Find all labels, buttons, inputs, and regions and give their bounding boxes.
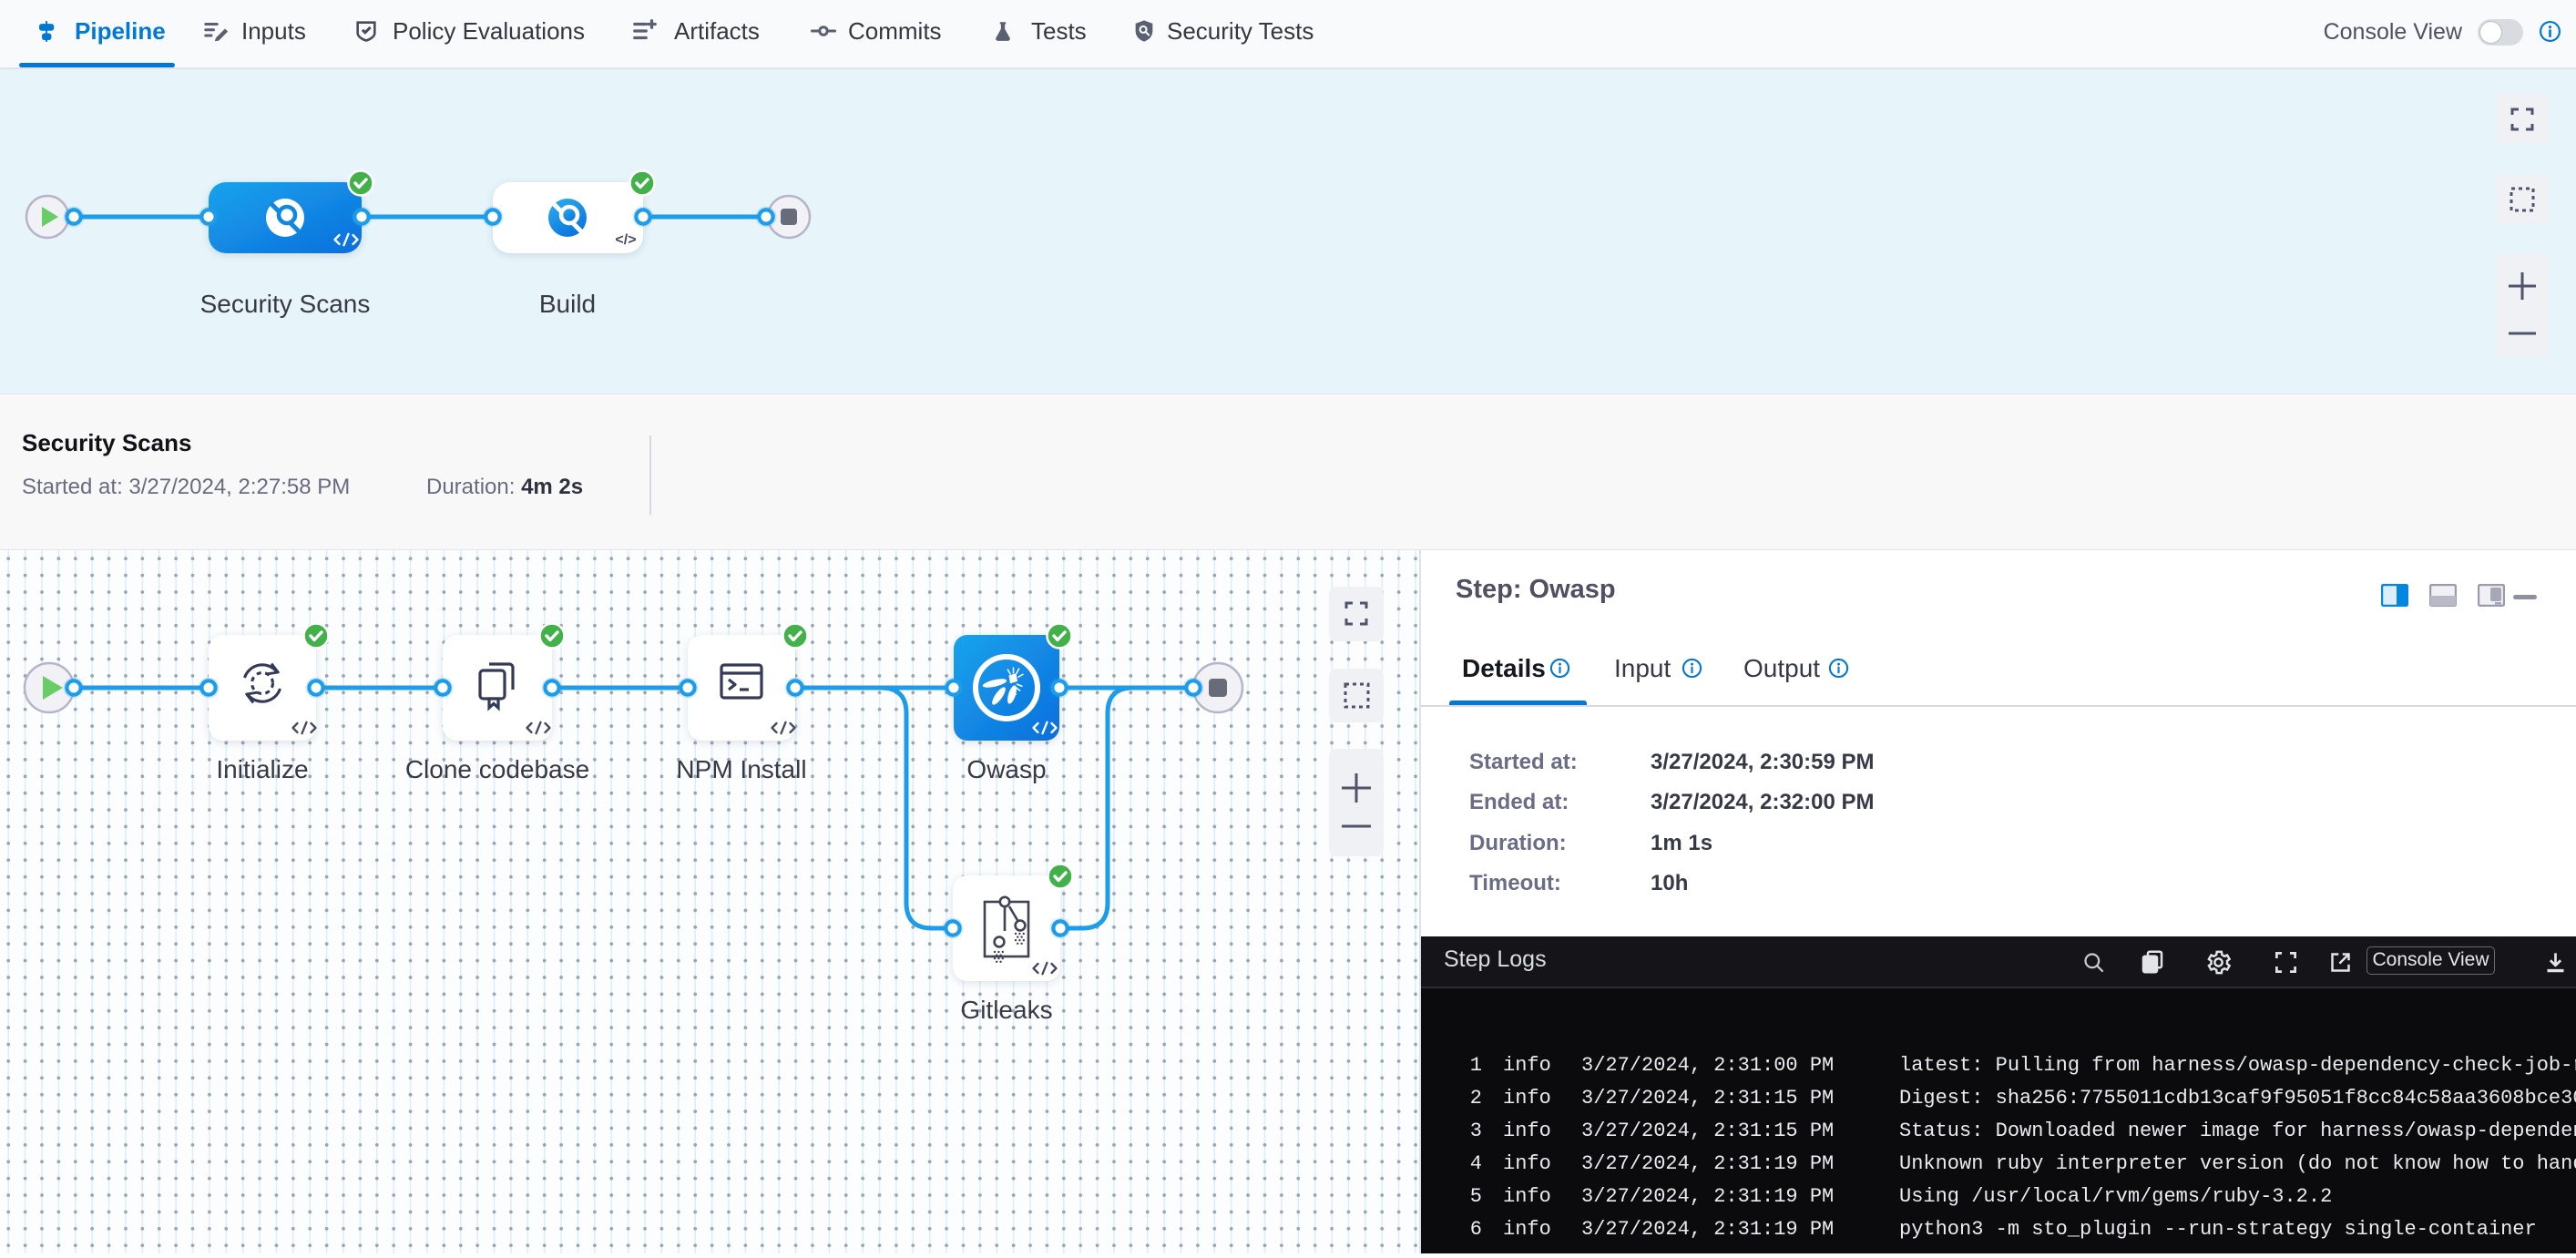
svg-text:Gitleaks: Gitleaks (960, 996, 1052, 1024)
svg-text:</>: </> (615, 232, 636, 248)
svg-text:Security Scans: Security Scans (200, 290, 371, 318)
svg-text:Initialize: Initialize (216, 755, 308, 783)
svg-text:Clone codebase: Clone codebase (405, 755, 589, 783)
svg-text:Owasp: Owasp (966, 755, 1046, 783)
svg-text:Build: Build (539, 290, 596, 318)
svg-text:NPM Install: NPM Install (676, 755, 806, 783)
